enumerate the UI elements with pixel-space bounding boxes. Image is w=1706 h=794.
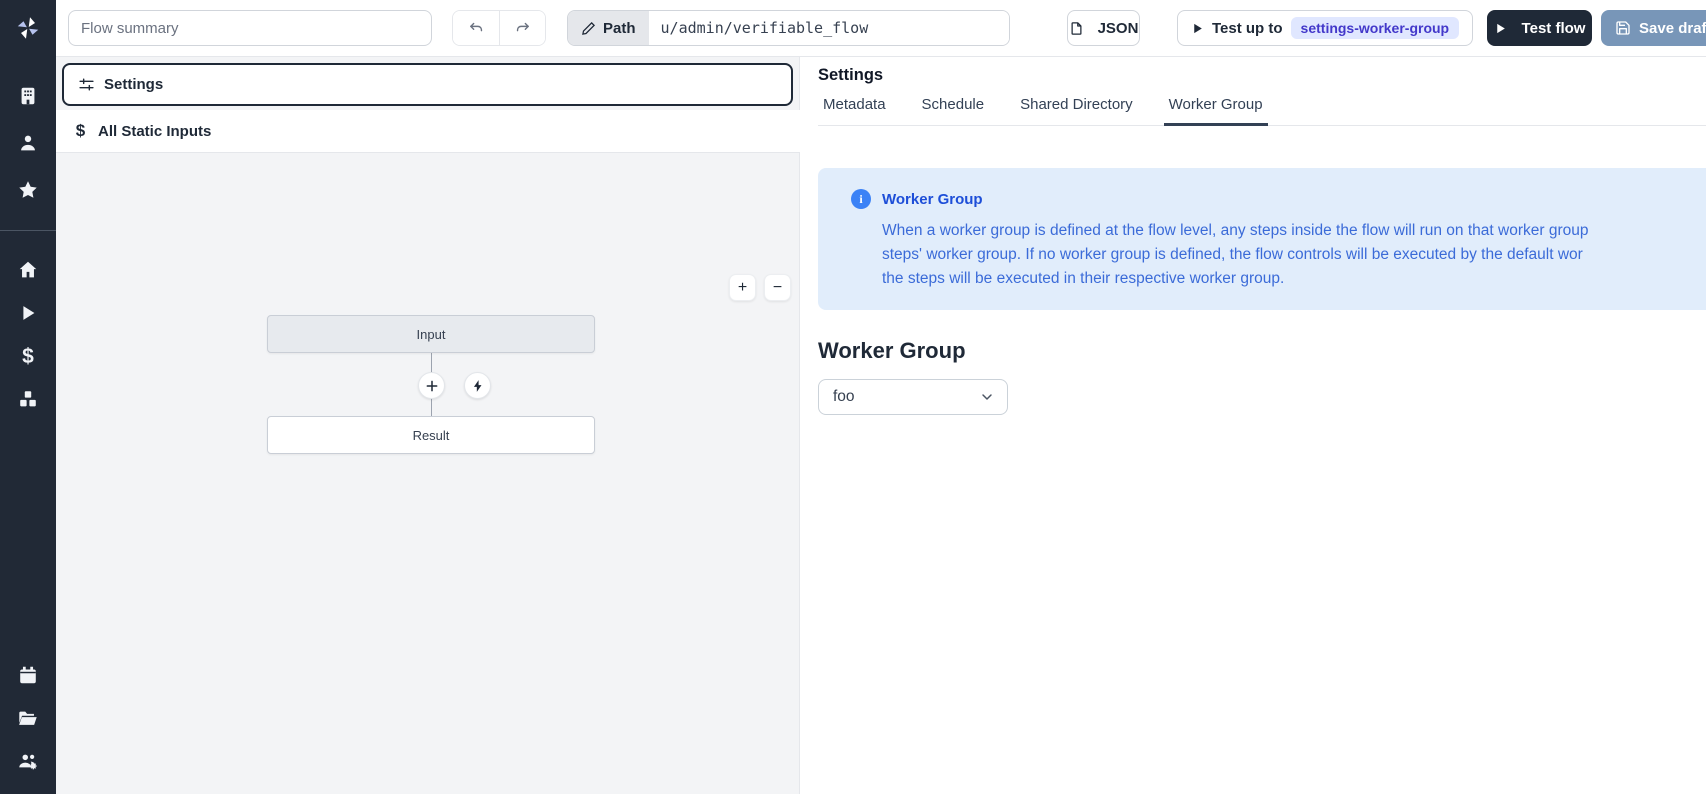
tab-shared-directory[interactable]: Shared Directory — [1015, 96, 1138, 125]
flow-panel: Settings $ All Static Inputs + − Input R… — [56, 57, 800, 794]
file-json-icon — [1069, 21, 1084, 36]
save-draft-button[interactable]: Save draft — [1601, 10, 1706, 46]
all-static-inputs-item[interactable]: $ All Static Inputs — [56, 110, 800, 153]
star-icon[interactable] — [16, 178, 40, 202]
undo-redo-group — [452, 10, 546, 46]
tab-schedule[interactable]: Schedule — [917, 96, 990, 125]
worker-group-select[interactable]: foo — [818, 379, 1008, 415]
info-line: steps' worker group. If no worker group … — [882, 243, 1706, 267]
info-line: When a worker group is defined at the fl… — [882, 219, 1706, 243]
redo-icon — [514, 20, 531, 37]
plus-icon — [425, 379, 439, 393]
settings-tabs: Metadata Schedule Shared Directory Worke… — [818, 96, 1706, 126]
pencil-icon — [581, 21, 596, 36]
windmill-logo[interactable] — [0, 0, 56, 56]
calendar-icon[interactable] — [16, 663, 40, 687]
zoom-in-button[interactable]: + — [729, 274, 756, 301]
dollar-icon: $ — [72, 121, 89, 141]
test-up-to-button[interactable]: Test up to settings-worker-group — [1177, 10, 1473, 46]
flow-settings-label: Settings — [104, 76, 163, 93]
home-icon[interactable] — [16, 258, 40, 282]
info-icon: i — [851, 189, 871, 209]
result-node[interactable]: Result — [267, 416, 595, 454]
worker-group-info-box: i Worker Group When a worker group is de… — [818, 168, 1706, 310]
user-icon[interactable] — [16, 131, 40, 155]
sidebar-divider — [0, 230, 56, 231]
json-button-label: JSON — [1098, 20, 1139, 37]
tab-worker-group[interactable]: Worker Group — [1164, 96, 1268, 126]
save-draft-label: Save draft — [1639, 20, 1706, 37]
settings-panel-title: Settings — [818, 66, 1706, 85]
toolbar: Path JSON Test up to settings-worker-gro… — [56, 0, 1706, 57]
play-icon — [1191, 22, 1204, 35]
input-node[interactable]: Input — [267, 315, 595, 353]
save-icon — [1615, 20, 1631, 36]
settings-panel: Settings Metadata Schedule Shared Direct… — [800, 57, 1706, 794]
dollar-icon[interactable]: $ — [16, 344, 40, 368]
sidebar: $ — [0, 0, 56, 794]
test-flow-button[interactable]: Test flow — [1487, 10, 1592, 46]
worker-group-badge: settings-worker-group — [1291, 17, 1460, 39]
test-flow-label: Test flow — [1522, 20, 1586, 37]
path-button-label: Path — [603, 20, 636, 37]
flow-settings-item[interactable]: Settings — [62, 63, 793, 106]
add-step-button[interactable] — [418, 372, 445, 399]
zoom-out-button[interactable]: − — [764, 274, 791, 301]
undo-icon — [468, 20, 485, 37]
path-button[interactable]: Path — [568, 11, 649, 45]
play-icon[interactable] — [16, 301, 40, 325]
path-input[interactable] — [649, 11, 1009, 45]
undo-button[interactable] — [453, 11, 499, 45]
building-icon[interactable] — [16, 84, 40, 108]
boxes-icon[interactable] — [16, 387, 40, 411]
info-line: the steps will be executed in their resp… — [882, 267, 1706, 291]
lightning-icon — [471, 379, 485, 393]
trigger-button[interactable] — [464, 372, 491, 399]
worker-group-select-value: foo — [833, 388, 855, 406]
worker-group-section-title: Worker Group — [818, 338, 1706, 364]
play-icon — [1494, 22, 1507, 35]
folder-open-icon[interactable] — [16, 706, 40, 730]
json-button[interactable]: JSON — [1067, 10, 1140, 46]
users-cog-icon[interactable] — [16, 749, 40, 773]
flow-canvas[interactable]: + − Input Result — [56, 153, 800, 794]
flow-summary-input[interactable] — [68, 10, 432, 46]
info-title: Worker Group — [882, 191, 983, 208]
sliders-icon — [78, 76, 95, 93]
redo-button[interactable] — [499, 11, 545, 45]
path-group: Path — [567, 10, 1010, 46]
tab-metadata[interactable]: Metadata — [818, 96, 891, 125]
chevron-down-icon — [979, 389, 995, 405]
test-up-to-label: Test up to — [1212, 20, 1283, 37]
all-static-inputs-label: All Static Inputs — [98, 123, 211, 140]
